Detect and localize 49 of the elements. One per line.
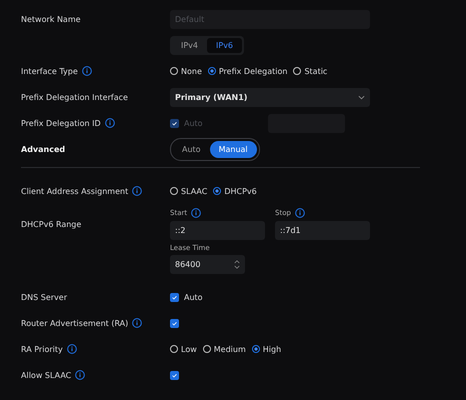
radio-label: None bbox=[181, 66, 202, 76]
field-label: Interface Type bbox=[21, 66, 78, 76]
segment-tab[interactable]: IPv4 bbox=[172, 38, 208, 52]
radio-button[interactable] bbox=[170, 67, 178, 75]
info-icon[interactable] bbox=[294, 208, 305, 218]
field-label: DHCPv6 Range bbox=[21, 220, 82, 228]
field-label: Prefix Delegation Interface bbox=[21, 92, 128, 102]
field-label: DNS Server bbox=[21, 292, 67, 302]
radio-button[interactable] bbox=[252, 345, 260, 353]
radio-label: Prefix Delegation bbox=[218, 66, 288, 76]
checkbox-label: Auto bbox=[184, 118, 203, 128]
checkbox[interactable] bbox=[170, 292, 179, 302]
info-icon[interactable] bbox=[191, 208, 202, 218]
info-icon[interactable] bbox=[75, 370, 86, 380]
address-field[interactable]: ::2 bbox=[170, 221, 265, 240]
radio-button[interactable] bbox=[170, 345, 178, 353]
toggle-option[interactable]: Manual bbox=[210, 141, 257, 158]
radio-label: High bbox=[262, 344, 282, 354]
radio-label: SLAAC bbox=[181, 186, 208, 196]
info-icon[interactable] bbox=[132, 186, 142, 196]
spinner-icon[interactable] bbox=[234, 259, 240, 270]
radio-label: Static bbox=[304, 66, 328, 76]
field-label: Client Address Assignment bbox=[21, 186, 128, 196]
field-label: Network Name bbox=[21, 14, 81, 24]
radio-button[interactable] bbox=[170, 187, 178, 195]
lease-time-field[interactable]: 86400 bbox=[170, 255, 245, 274]
radio-label: Low bbox=[181, 344, 197, 354]
caret-icon bbox=[358, 94, 365, 100]
info-icon[interactable] bbox=[66, 344, 77, 354]
info-icon[interactable] bbox=[132, 318, 142, 328]
checkbox-label: Auto bbox=[184, 292, 203, 302]
field-label: RA Priority bbox=[21, 344, 63, 354]
checkbox[interactable] bbox=[170, 370, 179, 380]
address-field[interactable]: ::7d1 bbox=[275, 221, 370, 240]
checkbox[interactable] bbox=[170, 318, 179, 328]
radio-label: DHCPv6 bbox=[224, 186, 257, 196]
field-label: Router Advertisement (RA) bbox=[21, 318, 128, 328]
info-icon[interactable] bbox=[82, 66, 92, 76]
dropdown[interactable]: Primary (WAN1) bbox=[170, 88, 370, 106]
field-label: Allow SLAAC bbox=[21, 370, 72, 380]
radio-button[interactable] bbox=[208, 67, 216, 75]
field-label: Advanced bbox=[21, 145, 66, 154]
segment-tab[interactable]: IPv6 bbox=[207, 38, 242, 52]
field-label: Prefix Delegation ID bbox=[21, 118, 101, 128]
radio-button[interactable] bbox=[213, 187, 222, 195]
toggle-option[interactable]: Auto bbox=[173, 141, 210, 158]
radio-button[interactable] bbox=[293, 67, 302, 75]
radio-label: Medium bbox=[214, 344, 246, 354]
radio-button[interactable] bbox=[202, 345, 211, 353]
